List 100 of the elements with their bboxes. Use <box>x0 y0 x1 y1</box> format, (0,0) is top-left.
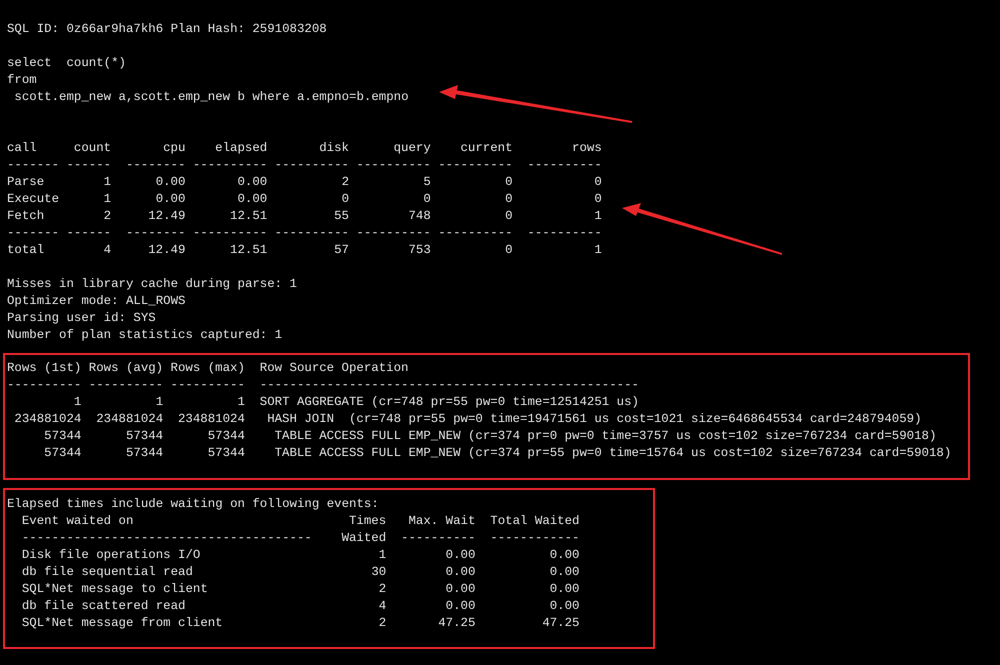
separator-dashes: ---------- <box>437 225 513 242</box>
separator-dashes: --------------------------------------------------- <box>260 377 640 394</box>
column-header: current <box>460 140 513 157</box>
total-cell-text: 12.51 <box>229 242 268 259</box>
table-cell-text: 0.00 <box>444 564 476 581</box>
table-cell-text: 0.00 <box>236 191 268 208</box>
separator-dashes: ------- <box>7 157 60 174</box>
table-cell-text: 0.00 <box>548 547 580 564</box>
table-cell-text: 0 <box>422 191 431 208</box>
sql-statement-line: select count(*) <box>7 55 127 72</box>
total-cell-text: 1 <box>593 242 602 259</box>
column-header: query <box>392 140 431 157</box>
table-cell-text: 2 <box>378 581 386 598</box>
table-cell-text: 57344 <box>43 445 82 462</box>
table-cell-text: 1 <box>102 191 112 208</box>
parse-info-line: Parsing user id: SYS <box>7 310 157 327</box>
table-cell-text: 12.49 <box>147 208 186 225</box>
parse-info-line: Optimizer mode: ALL_ROWS <box>7 293 186 310</box>
table-cell-text: 234881024 <box>176 411 245 428</box>
column-header: disk <box>318 140 349 157</box>
table-cell-text: 0.00 <box>548 581 580 598</box>
column-header: Row Source Operation <box>260 360 410 377</box>
column-header: Times Waited <box>340 513 386 547</box>
table-cell-text: 5 <box>422 174 431 191</box>
table-cell-text: 57344 <box>206 445 245 462</box>
table-cell-text: 1 <box>72 394 82 411</box>
table-cell-text: 0 <box>504 174 513 191</box>
separator-dashes: ---------- <box>192 157 268 174</box>
total-cell-text: total <box>7 242 46 259</box>
separator-dashes: ---------- <box>437 157 513 174</box>
operation-cell-text: TABLE ACCESS FULL EMP_NEW (cr=374 pr=55 pw=0 time=15764 us cost=102 size=767234 card=59018) <box>274 445 952 462</box>
parse-info-line: Number of plan statistics captured: 1 <box>7 327 284 344</box>
separator-dashes: ---------- <box>355 225 431 242</box>
table-cell-text: 55 <box>333 208 349 225</box>
table-cell-text: 0 <box>593 174 602 191</box>
operation-cell-text: TABLE ACCESS FULL EMP_NEW (cr=374 pr=0 pw=0 time=3757 us cost=102 size=767234 card=59018) <box>274 428 938 445</box>
total-cell-text: 0 <box>504 242 513 259</box>
table-cell-text: 4 <box>378 598 386 615</box>
table-cell-text: 57344 <box>124 428 164 445</box>
separator-dashes: ---------- <box>526 157 602 174</box>
column-header: rows <box>571 140 602 157</box>
column-header: Rows (max) <box>170 360 245 377</box>
table-cell-text: Fetch <box>7 208 46 225</box>
table-cell-text: 748 <box>407 208 431 225</box>
column-header: elapsed <box>214 140 268 157</box>
separator-dashes: ---------- <box>170 377 245 394</box>
separator-dashes: ---------- <box>7 377 82 394</box>
column-header: Total Waited <box>489 513 580 530</box>
table-cell-text: 57344 <box>124 445 164 462</box>
table-cell-text: SQL*Net message to client <box>22 581 209 598</box>
separator-dashes: ------ <box>66 225 112 242</box>
events-intro: Elapsed times include waiting on following events: <box>7 496 380 513</box>
sql-statement-line: from <box>7 72 38 89</box>
operation-cell-text: SORT AGGREGATE (cr=748 pr=55 pw=0 time=12514251 us) <box>260 394 640 411</box>
table-cell-text: Disk file operations I/O <box>22 547 202 564</box>
table-cell-text: 0.00 <box>444 598 476 615</box>
total-cell-text: 753 <box>407 242 431 259</box>
table-cell-text: 0 <box>504 191 513 208</box>
table-cell-text: Execute <box>7 191 60 208</box>
table-cell-text: 0 <box>593 191 602 208</box>
parse-info-line: Misses in library cache during parse: 1 <box>7 276 298 293</box>
table-cell-text: 0.00 <box>236 174 268 191</box>
table-cell-text: 1 <box>236 394 245 411</box>
total-cell-text: 57 <box>333 242 349 259</box>
table-cell-text: 0.00 <box>444 547 476 564</box>
separator-dashes: -------- <box>124 225 186 242</box>
separator-dashes: ---------- <box>274 157 349 174</box>
column-header: count <box>72 140 112 157</box>
separator-dashes: ------------ <box>489 530 580 547</box>
table-cell-text: 0 <box>340 191 349 208</box>
table-cell-text: 0.00 <box>548 564 580 581</box>
table-cell-text: SQL*Net message from client <box>22 615 224 632</box>
table-cell-text: 0.00 <box>154 191 186 208</box>
table-cell-text: 234881024 <box>13 411 82 428</box>
table-cell-text: 234881024 <box>95 411 164 428</box>
total-cell-text: 4 <box>102 242 112 259</box>
separator-dashes: --------------------------------------- <box>22 530 313 547</box>
separator-dashes: -------- <box>124 157 186 174</box>
table-cell-text: 2 <box>340 174 349 191</box>
table-cell-text: 1 <box>154 394 164 411</box>
table-cell-text: 57344 <box>206 428 245 445</box>
separator-dashes: ------ <box>66 157 112 174</box>
sql-statement-line: scott.emp_new a,scott.emp_new b where a.empno=b.empno <box>13 89 410 106</box>
table-cell-text: 30 <box>370 564 386 581</box>
table-cell-text: 2 <box>378 615 386 632</box>
separator-dashes: ---------- <box>192 225 268 242</box>
table-cell-text: 57344 <box>43 428 82 445</box>
column-header: call <box>7 140 38 157</box>
operation-cell-text: HASH JOIN (cr=748 pr=55 pw=0 time=19471561 us cost=1021 size=6468645534 card=248794059) <box>266 411 923 428</box>
table-cell-text: 47.25 <box>437 615 476 632</box>
sql-header: SQL ID: 0z66ar9ha7kh6 Plan Hash: 2591083208 <box>7 21 328 38</box>
total-cell-text: 12.49 <box>147 242 186 259</box>
column-header: Rows (avg) <box>88 360 164 377</box>
table-cell-text: 0.00 <box>154 174 186 191</box>
table-cell-text: 1 <box>593 208 602 225</box>
table-cell-text: db file sequential read <box>22 564 194 581</box>
table-cell-text: 1 <box>102 174 112 191</box>
separator-dashes: ---------- <box>400 530 476 547</box>
table-cell-text: 12.51 <box>229 208 268 225</box>
table-cell-text: Parse <box>7 174 46 191</box>
